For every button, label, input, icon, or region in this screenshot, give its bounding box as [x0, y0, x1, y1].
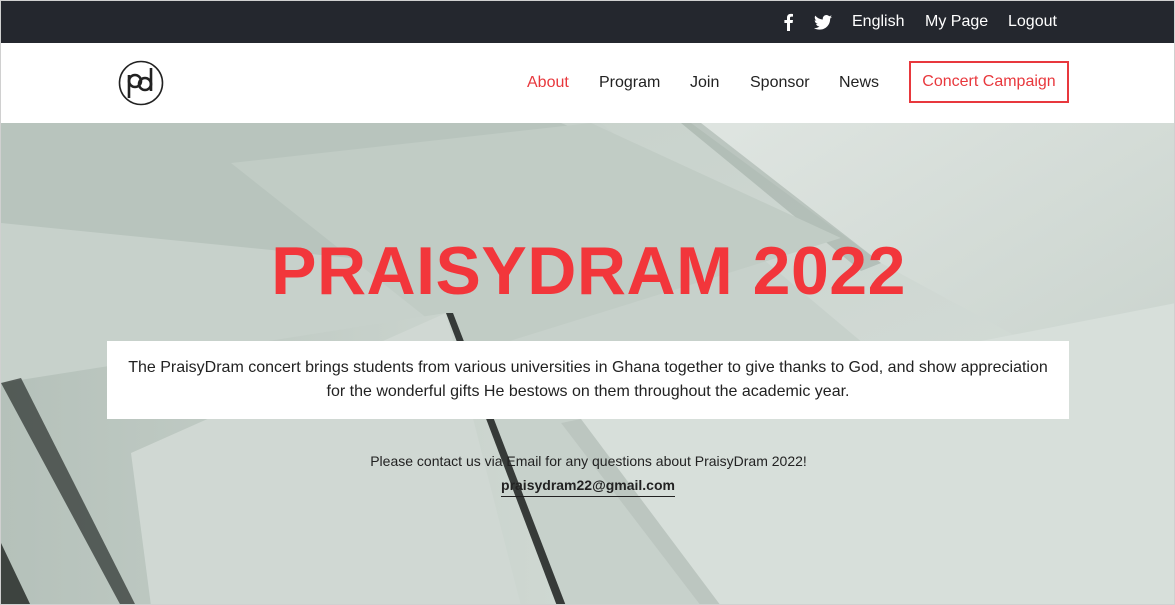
my-page-link[interactable]: My Page — [925, 12, 988, 32]
praisydram-logo[interactable] — [118, 60, 164, 106]
nav-item-program[interactable]: Program — [599, 73, 660, 93]
description-text: The PraisyDram concert brings students f… — [128, 359, 1048, 400]
description-box: The PraisyDram concert brings students f… — [107, 341, 1069, 419]
nav-item-sponsor[interactable]: Sponsor — [750, 73, 810, 93]
logout-link[interactable]: Logout — [1008, 12, 1057, 32]
nav-item-join[interactable]: Join — [690, 73, 719, 93]
contact-email-link[interactable]: praisydram22@gmail.com — [501, 476, 675, 497]
main-header: About Program Join Sponsor News Concert … — [1, 43, 1174, 123]
facebook-icon[interactable] — [782, 11, 798, 33]
nav-item-about[interactable]: About — [527, 73, 569, 93]
hero-title: PRAISYDRAM 2022 — [271, 233, 906, 309]
page: English My Page Logout About Program Joi… — [0, 0, 1175, 605]
language-link[interactable]: English — [852, 12, 904, 32]
concert-campaign-button[interactable]: Concert Campaign — [909, 61, 1069, 103]
hero-section: PRAISYDRAM 2022 The PraisyDram concert b… — [1, 123, 1174, 604]
nav-item-news[interactable]: News — [839, 73, 879, 93]
twitter-icon[interactable] — [814, 11, 834, 33]
contact-text: Please contact us via Email for any ques… — [370, 453, 807, 469]
top-bar: English My Page Logout — [1, 1, 1174, 43]
